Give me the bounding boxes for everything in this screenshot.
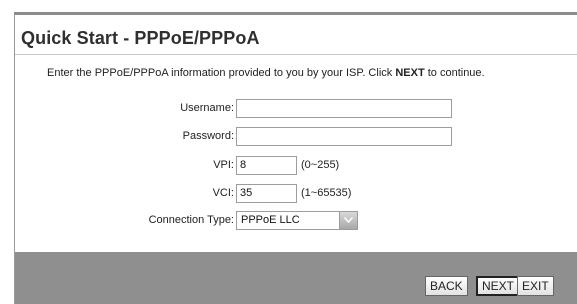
title-divider (15, 54, 577, 55)
page-title: Quick Start - PPPoE/PPPoA (21, 28, 260, 48)
footer-bar: BACK NEXT EXIT (15, 252, 577, 304)
username-input[interactable] (236, 98, 452, 118)
vci-input[interactable] (236, 183, 297, 203)
connection-type-row: Connection Type: PPPoE LLC (15, 209, 358, 231)
vpi-row: VPI: (0~255) (15, 154, 339, 176)
chevron-down-icon[interactable] (339, 211, 357, 229)
intro-prefix: Enter the PPPoE/PPPoA information provid… (47, 67, 396, 79)
intro-suffix: to continue. (424, 67, 485, 79)
vpi-input[interactable] (236, 155, 297, 175)
next-button[interactable]: NEXT (476, 276, 521, 296)
connection-type-value: PPPoE LLC (241, 214, 300, 226)
vci-row: VCI: (1~65535) (15, 182, 351, 204)
password-row: Password: (15, 125, 452, 147)
password-input[interactable] (236, 126, 452, 146)
quick-start-panel: Quick Start - PPPoE/PPPoA Enter the PPPo… (14, 15, 577, 304)
intro-emphasis: NEXT (395, 67, 425, 79)
username-label: Username: (180, 102, 234, 114)
connection-type-select[interactable]: PPPoE LLC (236, 210, 358, 230)
vci-label: VCI: (212, 187, 234, 199)
connection-type-label: Connection Type: (148, 214, 234, 226)
vpi-label: VPI: (213, 159, 234, 171)
back-button[interactable]: BACK (425, 276, 468, 296)
username-row: Username: (15, 97, 452, 119)
vpi-range-hint: (0~255) (301, 159, 340, 171)
password-label: Password: (182, 130, 234, 142)
exit-button[interactable]: EXIT (517, 276, 554, 296)
vci-range-hint: (1~65535) (301, 187, 352, 199)
intro-text: Enter the PPPoE/PPPoA information provid… (47, 67, 485, 79)
